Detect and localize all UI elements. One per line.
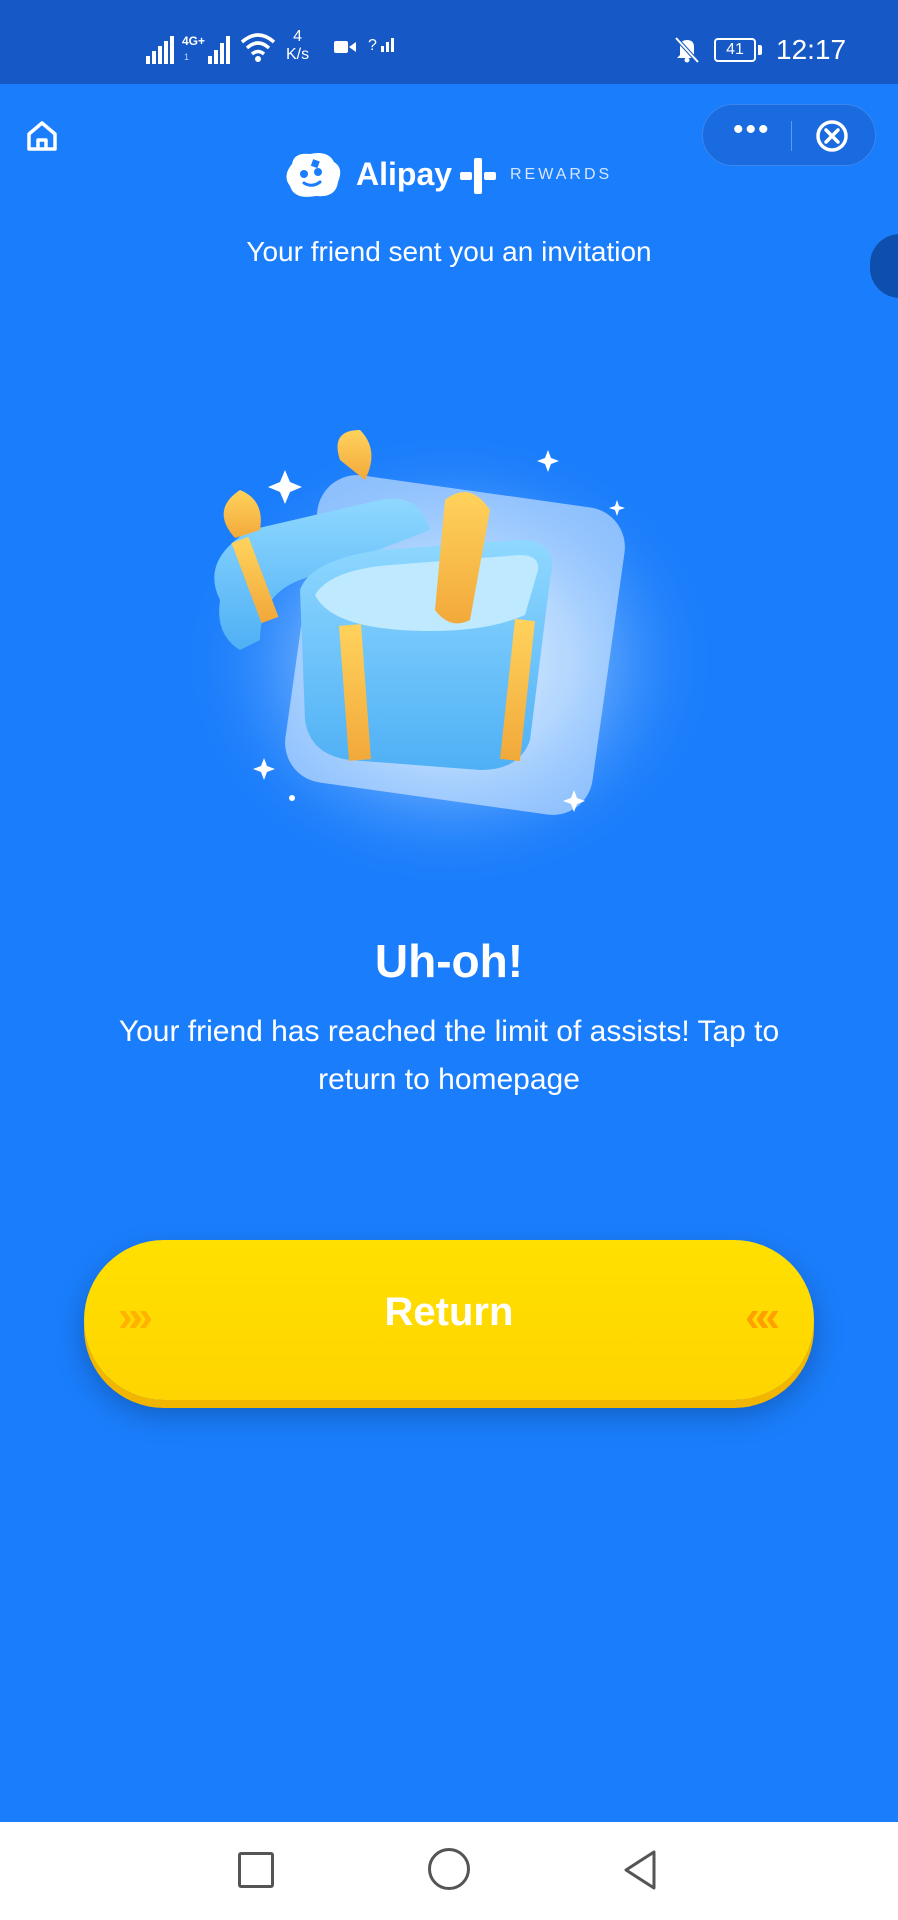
battery-icon: 41 xyxy=(714,38,756,62)
alipay-mascot-icon xyxy=(286,153,341,197)
mini-program-capsule: ••• xyxy=(702,104,876,166)
description-text: Your friend has reached the limit of ass… xyxy=(118,1015,780,1096)
triangle-back-icon[interactable] xyxy=(620,1848,660,1892)
capsule-divider xyxy=(791,121,792,151)
signal-icon-2 xyxy=(208,36,230,64)
more-dots-icon[interactable]: ••• xyxy=(733,115,771,145)
return-button[interactable]: »» Return «« xyxy=(84,1240,814,1400)
home-icon[interactable] xyxy=(24,118,60,154)
square-icon[interactable] xyxy=(238,1852,274,1888)
gift-box-icon xyxy=(180,430,720,890)
brand-name: Alipay xyxy=(356,156,453,192)
sim-label: 1 xyxy=(184,52,190,62)
return-button-label: Return xyxy=(384,1290,514,1334)
system-nav-bar xyxy=(0,1822,898,1920)
chevrons-left-icon: «« xyxy=(745,1292,780,1341)
invitation-subtitle: Your friend sent you an invitation xyxy=(246,236,652,267)
plus-icon xyxy=(460,158,496,194)
status-bar: 4G+ 1 4 K/s ? 41 12:17 xyxy=(0,0,898,84)
battery-tip xyxy=(758,45,762,55)
close-circle-icon[interactable] xyxy=(815,119,849,153)
video-camera-icon xyxy=(334,41,356,53)
brand-tag: REWARDS xyxy=(510,166,613,183)
clock: 12:17 xyxy=(776,34,847,65)
brand-logo: Alipay REWARDS xyxy=(282,150,622,202)
circle-icon[interactable] xyxy=(428,1848,470,1890)
bell-muted-icon xyxy=(674,36,700,64)
network-speed: 4 K/s xyxy=(286,28,310,63)
battery-level: 41 xyxy=(726,41,744,58)
signal-icon-3: ? xyxy=(368,34,397,55)
signal-icon xyxy=(146,36,174,64)
wifi-icon xyxy=(240,33,276,62)
network-type: 4G+ xyxy=(182,34,206,48)
page-title: Uh-oh! xyxy=(374,935,524,987)
